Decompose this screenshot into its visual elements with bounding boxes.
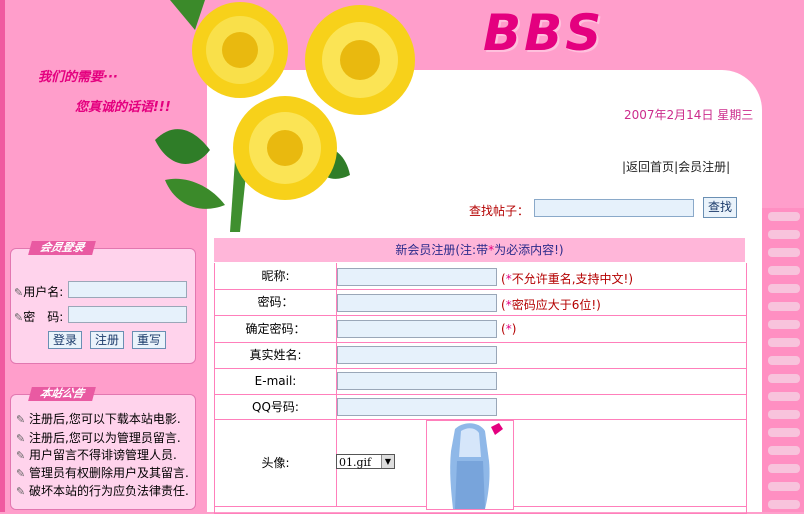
notice-item: ✎ 用户留言不得诽谤管理人员. [16,446,177,463]
hint-text: 不允许重名,支持中文!) [511,272,633,286]
notice-item: ✎ 破坏本站的行为应负法律责任. [16,482,189,499]
home-link[interactable]: 返回首页 [626,160,674,174]
password-hint: (*密码应大于6位!) [501,296,601,313]
nav-divider: | [726,160,731,174]
decor-tab [768,500,800,509]
decor-tab [768,464,800,473]
chevron-down-icon[interactable]: ▼ [381,455,394,468]
decor-tab [768,320,800,329]
current-date: 2007年2月14日 星期三 [624,108,754,122]
confirm-password-hint: (*) [501,322,516,336]
email-input[interactable] [337,372,497,390]
avatar-select[interactable]: 01.gif ▼ [336,454,395,469]
decor-tab [768,482,800,491]
pencil-icon: ✎ [16,413,26,426]
slogan-line-1: 我们的需要··· [38,70,118,85]
realname-label: 真实姓名: [215,343,337,368]
register-form-header: 新会员注册(注:带*为必添内容!) [214,238,745,262]
decor-tab [768,266,800,275]
pencil-icon: ✎ [16,432,26,445]
username-label: 用户名: [23,285,64,299]
register-button[interactable]: 注册 [90,331,124,349]
avatar-selected-value: 01.gif [339,456,372,469]
decor-tab [768,230,800,239]
register-link[interactable]: 会员注册 [678,160,726,174]
rose-bouquet-image [155,0,415,232]
notice-item: ✎ 管理员有权删除用户及其留言. [16,464,189,481]
form-header-prefix: 新会员注册(注:带 [395,243,489,257]
form-row-next [214,507,747,514]
decor-tab [768,374,800,383]
avatar-label: 头像: [215,420,337,506]
confirm-password-input[interactable] [337,320,497,338]
decor-tab [768,248,800,257]
password-form-input[interactable] [337,294,497,312]
nickname-label: 昵称: [215,263,337,289]
search-input[interactable] [534,199,694,217]
avatar-preview-image [426,420,514,510]
pencil-icon: ✎ [16,449,26,462]
decor-tab [768,446,800,455]
decor-tab [768,284,800,293]
login-button[interactable]: 登录 [48,331,82,349]
notice-text: 注册后,您可以为管理员留言. [29,431,181,445]
form-header-suffix: 为必添内容!) [494,243,564,257]
nickname-input[interactable] [337,268,497,286]
decor-tab [768,302,800,311]
search-button[interactable]: 查找 [703,197,737,218]
login-panel-title: 会员登录 [28,241,96,255]
qq-label: QQ号码: [215,395,337,419]
email-label: E-mail: [215,369,337,394]
decor-tab [768,212,800,221]
left-frame-border [0,0,5,512]
notice-item: ✎ 注册后,您可以下载本站电影. [16,410,181,427]
decor-tab [768,410,800,419]
search-label: 查找帖子： [469,204,530,218]
bbs-logo: BBS [483,4,605,62]
decor-tab [768,428,800,437]
password-input[interactable] [68,306,187,323]
notice-text: 管理员有权删除用户及其留言. [29,466,189,480]
password-form-label: 密码： [215,290,337,315]
decor-tab [768,392,800,401]
hint-text: 密码应大于6位!) [511,298,601,312]
decor-tab [768,356,800,365]
realname-input[interactable] [337,346,497,364]
reset-button[interactable]: 重写 [132,331,166,349]
pencil-icon: ✎ [14,286,24,299]
notice-text: 注册后,您可以下载本站电影. [29,412,181,426]
password-row: ✎密 码: [14,308,63,325]
qq-input[interactable] [337,398,497,416]
top-nav: |返回首页|会员注册| [622,158,730,175]
username-input[interactable] [68,281,187,298]
notice-text: 破坏本站的行为应负法律责任. [29,484,189,498]
pencil-icon: ✎ [16,467,26,480]
pencil-icon: ✎ [14,311,24,324]
nickname-hint: (*不允许重名,支持中文!) [501,270,633,287]
password-label: 密 码: [23,310,64,324]
notice-panel-title: 本站公告 [28,387,96,401]
confirm-password-label: 确定密码： [215,316,337,342]
notice-text: 用户留言不得诽谤管理人员. [29,448,177,462]
hint-text: ) [511,322,517,336]
decor-tab [768,338,800,347]
pencil-icon: ✎ [16,485,26,498]
notice-item: ✎ 注册后,您可以为管理员留言. [16,429,181,446]
username-row: ✎用户名: [14,283,63,300]
